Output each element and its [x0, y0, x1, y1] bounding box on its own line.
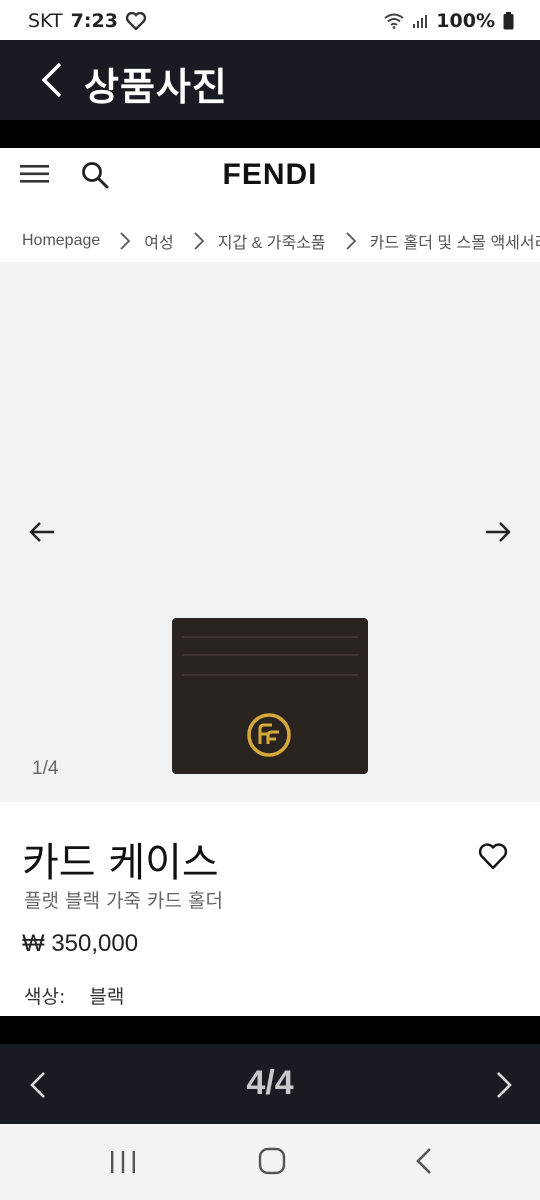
viewer-bar: 4/4: [0, 1016, 540, 1124]
breadcrumb: Homepage 여성 지갑 & 가죽소품 카드 홀더 및 스몰 액세서리: [22, 226, 540, 256]
card-slot: [182, 674, 358, 676]
arrow-right-icon[interactable]: [484, 518, 512, 546]
back-button[interactable]: [30, 58, 74, 102]
battery-icon: [503, 12, 514, 30]
heart-status-icon: [125, 12, 146, 30]
brand-logo[interactable]: FENDI: [0, 158, 540, 192]
chevron-left-icon: [41, 62, 62, 98]
product-gallery: 1/4: [0, 262, 540, 802]
ff-logo-icon: [247, 713, 291, 757]
wifi-icon: [384, 13, 404, 29]
product-info: 카드 케이스 플랫 블랙 가죽 카드 홀더 ₩ 350,000 색상: 블랙: [0, 802, 540, 1016]
android-nav-bar: [0, 1124, 540, 1200]
status-left: SKT 7:23: [28, 10, 146, 32]
status-bar: SKT 7:23 100%: [0, 0, 540, 40]
card-slot: [182, 636, 358, 638]
breadcrumb-item-card-holders[interactable]: 카드 홀더 및 스몰 액세서리: [370, 229, 540, 253]
site-header: FENDI: [0, 148, 540, 210]
battery-percent: 100%: [436, 10, 495, 32]
arrow-left-icon[interactable]: [28, 518, 56, 546]
breadcrumb-item-women[interactable]: 여성: [144, 229, 173, 253]
breadcrumb-item-wallets[interactable]: 지갑 & 가죽소품: [218, 229, 326, 253]
product-title: 카드 케이스: [22, 840, 219, 886]
product-price: ₩ 350,000: [22, 930, 139, 957]
home-icon[interactable]: [258, 1146, 286, 1176]
chevron-right-icon: [120, 232, 131, 250]
card-slot: [182, 654, 358, 656]
product-subtitle: 플랫 블랙 가죽 카드 홀더: [24, 890, 223, 912]
chevron-right-icon: [194, 232, 204, 250]
carrier-label: SKT: [28, 10, 63, 32]
recents-icon[interactable]: [108, 1148, 138, 1176]
app-header: 상품사진: [0, 40, 540, 120]
divider-band: [0, 120, 540, 148]
color-row: 색상: 블랙: [24, 982, 142, 1009]
image-counter: 1/4: [32, 758, 59, 779]
color-value: 블랙: [89, 986, 125, 1008]
product-screenshot: FENDI Homepage 여성 지갑 & 가죽소품 카드 홀더 및 스몰 액…: [0, 148, 540, 1016]
back-icon[interactable]: [412, 1146, 438, 1176]
breadcrumb-item-homepage[interactable]: Homepage: [22, 232, 100, 250]
chevron-right-icon: [345, 232, 356, 250]
heart-icon[interactable]: [478, 842, 508, 870]
product-image: [172, 618, 368, 774]
signal-icon: [413, 15, 428, 28]
color-label: 색상:: [24, 986, 66, 1008]
viewer-page-counter: 4/4: [246, 1064, 294, 1102]
clock: 7:23: [70, 10, 118, 32]
page-title: 상품사진: [84, 65, 228, 109]
status-right: 100%: [384, 10, 514, 32]
chevron-right-icon[interactable]: [488, 1070, 518, 1100]
